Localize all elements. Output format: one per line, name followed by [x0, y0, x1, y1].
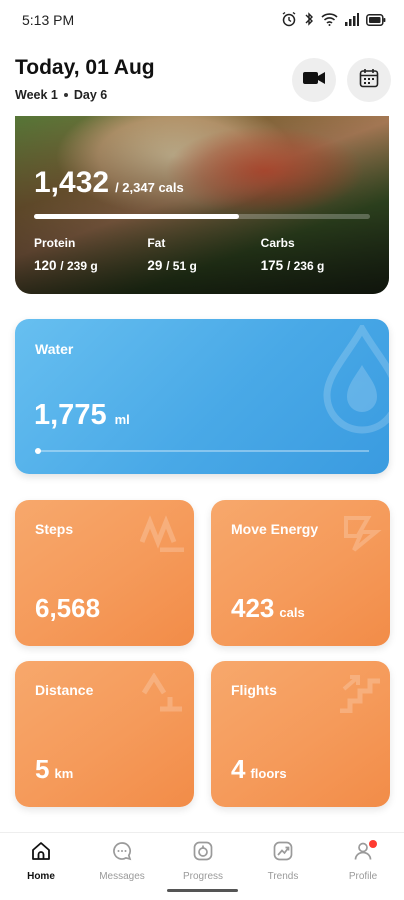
progress-icon [192, 840, 214, 867]
battery-icon [366, 13, 386, 31]
status-time: 5:13 PM [22, 12, 75, 28]
flights-value: 4 [231, 754, 246, 784]
macro-label: Protein [34, 236, 76, 250]
home-indicator-bar [167, 889, 238, 892]
macro-amount: 175 [260, 258, 284, 273]
bluetooth-icon [304, 11, 314, 32]
notification-badge [369, 840, 377, 848]
nav-label: Progress [182, 871, 223, 882]
calories-card[interactable]: 1,432 / 2,347 cals Protein 120 / 239 g F… [15, 116, 389, 294]
calendar-icon [359, 68, 379, 93]
alarm-icon [281, 11, 297, 32]
home-icon [30, 840, 52, 867]
steps-readout: 6,568 [35, 593, 100, 624]
flights-label: Flights [231, 682, 277, 698]
macro-carbs: Carbs 175 / 236 g [261, 236, 374, 273]
macro-amount: 29 [147, 258, 163, 273]
calories-progress-bar [34, 214, 370, 219]
trends-icon [272, 840, 294, 867]
macro-value: 175 / 236 g [261, 258, 374, 273]
video-button[interactable] [292, 58, 336, 102]
macro-value: 29 / 51 g [147, 258, 260, 273]
distance-value: 5 [35, 754, 50, 784]
distance-card[interactable]: Distance 5 km [15, 661, 194, 807]
water-value: 1,775 [34, 399, 107, 431]
nav-label: Trends [267, 871, 299, 882]
macro-label: Fat [147, 236, 166, 250]
macro-label: Carbs [260, 236, 295, 250]
move-energy-card[interactable]: Move Energy 423 cals [211, 500, 390, 646]
video-camera-icon [303, 71, 325, 90]
steps-watermark-icon [139, 512, 186, 557]
messages-icon [111, 840, 133, 867]
move-energy-readout: 423 cals [231, 593, 305, 624]
flights-card[interactable]: Flights 4 floors [211, 661, 390, 807]
status-bar: 5:13 PM [0, 0, 404, 40]
distance-watermark-icon [140, 672, 186, 718]
energy-watermark-icon [342, 512, 382, 557]
distance-unit: km [54, 766, 74, 781]
week-day-label: Week 1 Day 6 [15, 88, 107, 102]
macro-value: 120 / 239 g [34, 258, 147, 273]
macro-fat: Fat 29 / 51 g [147, 236, 260, 273]
nav-label: Messages [99, 871, 145, 882]
water-card[interactable]: Water 1,775 ml [15, 319, 389, 474]
separator-dot [63, 93, 68, 97]
flights-unit: floors [250, 766, 287, 781]
distance-label: Distance [35, 682, 94, 698]
status-icons [281, 11, 386, 32]
calories-progress-fill [34, 214, 239, 219]
week-label: Week 1 [15, 88, 58, 102]
macro-amount: 120 [34, 258, 57, 273]
steps-label: Steps [35, 521, 74, 537]
move-energy-value: 423 [231, 593, 275, 623]
steps-card[interactable]: Steps 6,568 [15, 500, 194, 646]
page-title: Today, 01 Aug [15, 56, 155, 79]
water-progress-track [35, 450, 369, 452]
water-progress-knob [35, 448, 41, 454]
wifi-icon [321, 12, 338, 31]
nav-progress[interactable]: Progress [163, 841, 243, 882]
steps-value: 6,568 [35, 593, 101, 623]
move-energy-label: Move Energy [231, 521, 319, 537]
nav-trends[interactable]: Trends [243, 841, 323, 882]
macro-target: / 239 g [60, 259, 98, 273]
flights-readout: 4 floors [231, 754, 287, 785]
calendar-button[interactable] [347, 58, 391, 102]
stairs-watermark-icon [338, 673, 382, 718]
macros-row: Protein 120 / 239 g Fat 29 / 51 g Carbs … [34, 236, 374, 273]
water-readout: 1,775 ml [34, 399, 130, 432]
nav-home[interactable]: Home [1, 841, 81, 882]
distance-readout: 5 km [35, 754, 73, 785]
nav-label: Profile [348, 871, 378, 882]
move-energy-unit: cals [279, 605, 305, 620]
macro-target: / 236 g [286, 259, 325, 273]
macro-protein: Protein 120 / 239 g [34, 236, 147, 273]
macro-target: / 51 g [166, 259, 197, 273]
calories-total: / 2,347 cals [115, 180, 184, 195]
signal-icon [345, 12, 359, 31]
nav-messages[interactable]: Messages [82, 841, 162, 882]
nav-profile[interactable]: Profile [323, 840, 403, 882]
water-label: Water [35, 341, 74, 357]
nav-label: Home [27, 871, 55, 882]
water-unit: ml [114, 412, 130, 427]
day-label: Day 6 [73, 88, 108, 102]
water-drop-icon [317, 321, 389, 440]
calories-readout: 1,432 / 2,347 cals [34, 166, 184, 200]
calories-consumed: 1,432 [34, 166, 110, 199]
